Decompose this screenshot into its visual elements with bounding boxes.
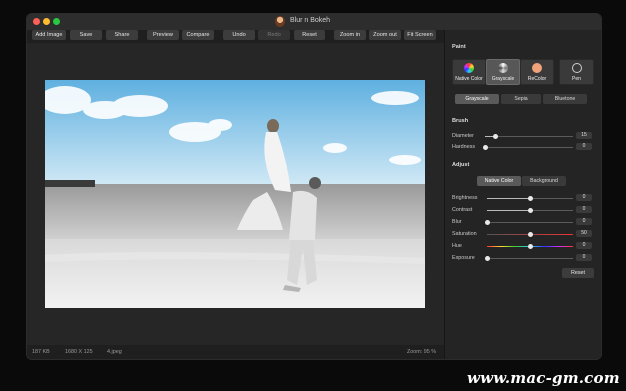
adjust-section-title: Adjust bbox=[452, 162, 470, 168]
blur-slider[interactable] bbox=[484, 220, 573, 225]
recolor-label: ReColor bbox=[527, 76, 547, 82]
reset-image-button[interactable]: Reset bbox=[294, 30, 325, 40]
tone-sepia-button[interactable]: Sepia bbox=[501, 94, 541, 104]
exposure-value[interactable]: 0 bbox=[576, 254, 592, 261]
title-bar: Blur n Bokeh bbox=[27, 14, 601, 30]
photo[interactable] bbox=[45, 80, 425, 308]
zoom-level: Zoom: 95 % bbox=[407, 349, 437, 355]
pen-label: Pen bbox=[572, 76, 581, 82]
tone-grayscale-button[interactable]: Grayscale bbox=[455, 94, 499, 104]
tools-panel: Paint Native Color Grayscale ReColor Pen… bbox=[444, 30, 601, 359]
diameter-slider[interactable] bbox=[485, 134, 573, 139]
status-bar: 187 KB 1680 X 125 4.jpeg Zoom: 95 % bbox=[27, 345, 444, 359]
undo-button[interactable]: Undo bbox=[223, 30, 255, 40]
zoom-out-button[interactable]: Zoom out bbox=[369, 30, 401, 40]
saturation-slider[interactable] bbox=[487, 232, 573, 237]
add-image-button[interactable]: Add Image bbox=[32, 30, 66, 40]
native-color-mode-button[interactable]: Native Color bbox=[452, 59, 486, 85]
brightness-value[interactable]: 0 bbox=[576, 194, 592, 201]
grayscale-wheel-icon bbox=[498, 63, 508, 73]
saturation-slider-knob[interactable] bbox=[527, 232, 533, 237]
brightness-slider-knob[interactable] bbox=[527, 196, 533, 201]
diameter-slider-knob[interactable] bbox=[493, 134, 499, 139]
grayscale-label: Grayscale bbox=[491, 76, 515, 82]
image-dimensions: 1680 X 125 bbox=[65, 349, 93, 355]
blur-slider-knob[interactable] bbox=[484, 220, 490, 225]
blur-value[interactable]: 0 bbox=[576, 218, 592, 225]
file-name: 4.jpeg bbox=[107, 349, 122, 355]
hardness-value[interactable]: 0 bbox=[576, 143, 592, 150]
hardness-label: Hardness bbox=[452, 144, 476, 150]
preview-button[interactable]: Preview bbox=[147, 30, 179, 40]
minimize-window-button[interactable] bbox=[43, 18, 50, 25]
diameter-label: Diameter bbox=[452, 133, 474, 139]
adjust-tab-native-color[interactable]: Native Color bbox=[477, 176, 521, 186]
brightness-label: Brightness bbox=[452, 195, 478, 201]
hardness-slider[interactable] bbox=[482, 145, 573, 150]
adjust-tab-background[interactable]: Background bbox=[522, 176, 566, 186]
brightness-slider[interactable] bbox=[487, 196, 573, 201]
adjust-reset-button[interactable]: Reset bbox=[562, 268, 594, 278]
color-wheel-icon bbox=[464, 63, 474, 73]
hue-value[interactable]: 0 bbox=[576, 242, 592, 249]
contrast-slider[interactable] bbox=[487, 208, 573, 213]
exposure-slider[interactable] bbox=[484, 256, 573, 261]
pen-tool-button[interactable]: Pen bbox=[559, 59, 594, 85]
saturation-value[interactable]: 50 bbox=[576, 230, 592, 237]
exposure-slider-knob[interactable] bbox=[484, 256, 490, 261]
diameter-value[interactable]: 15 bbox=[576, 132, 592, 139]
zoom-in-button[interactable]: Zoom in bbox=[334, 30, 366, 40]
contrast-value[interactable]: 0 bbox=[576, 206, 592, 213]
tone-bluetone-button[interactable]: Bluetone bbox=[543, 94, 587, 104]
file-size: 187 KB bbox=[32, 349, 50, 355]
save-button[interactable]: Save bbox=[70, 30, 102, 40]
native-color-label: Native Color bbox=[455, 76, 483, 82]
blur-label: Blur bbox=[452, 219, 462, 225]
app-icon bbox=[275, 16, 285, 27]
brush-section-title: Brush bbox=[452, 118, 469, 124]
contrast-slider-knob[interactable] bbox=[527, 208, 533, 213]
contrast-label: Contrast bbox=[452, 207, 473, 213]
saturation-label: Saturation bbox=[452, 231, 477, 237]
compare-button[interactable]: Compare bbox=[182, 30, 214, 40]
recolor-mode-button[interactable]: ReColor bbox=[520, 59, 554, 85]
watermark-text: www.mac-gm.com bbox=[467, 369, 620, 387]
pen-icon bbox=[571, 63, 582, 73]
recolor-icon bbox=[532, 63, 542, 73]
fit-screen-button[interactable]: Fit Screen bbox=[404, 30, 436, 40]
window-title: Blur n Bokeh bbox=[290, 17, 331, 24]
grayscale-mode-button[interactable]: Grayscale bbox=[486, 59, 520, 85]
redo-button[interactable]: Redo bbox=[258, 30, 290, 40]
share-button[interactable]: Share bbox=[106, 30, 138, 40]
exposure-label: Exposure bbox=[452, 255, 475, 261]
close-window-button[interactable] bbox=[33, 18, 40, 25]
hue-slider-knob[interactable] bbox=[527, 244, 533, 249]
hue-slider[interactable] bbox=[487, 244, 573, 249]
app-window: Blur n Bokeh Add Image Save Share Previe… bbox=[27, 14, 601, 359]
image-canvas[interactable] bbox=[27, 43, 444, 345]
maximize-window-button[interactable] bbox=[53, 18, 60, 25]
hue-label: Hue bbox=[452, 243, 462, 249]
paint-section-title: Paint bbox=[452, 44, 466, 50]
hardness-slider-knob[interactable] bbox=[482, 145, 488, 150]
